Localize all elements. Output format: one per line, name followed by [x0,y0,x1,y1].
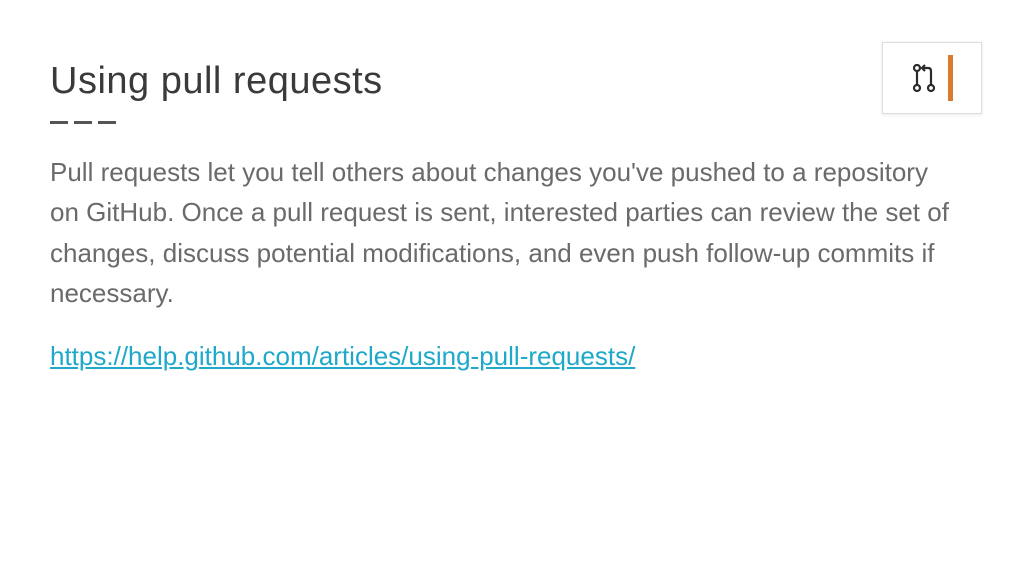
pull-request-icon [912,63,936,93]
reference-link[interactable]: https://help.github.com/articles/using-p… [50,341,635,371]
slide-title: Using pull requests [50,60,974,103]
dash-segment [98,121,116,124]
body-paragraph: Pull requests let you tell others about … [50,152,950,313]
dash-segment [74,121,92,124]
dash-segment [50,121,68,124]
icon-card [882,42,982,114]
accent-bar [948,55,953,101]
title-divider [50,121,974,124]
